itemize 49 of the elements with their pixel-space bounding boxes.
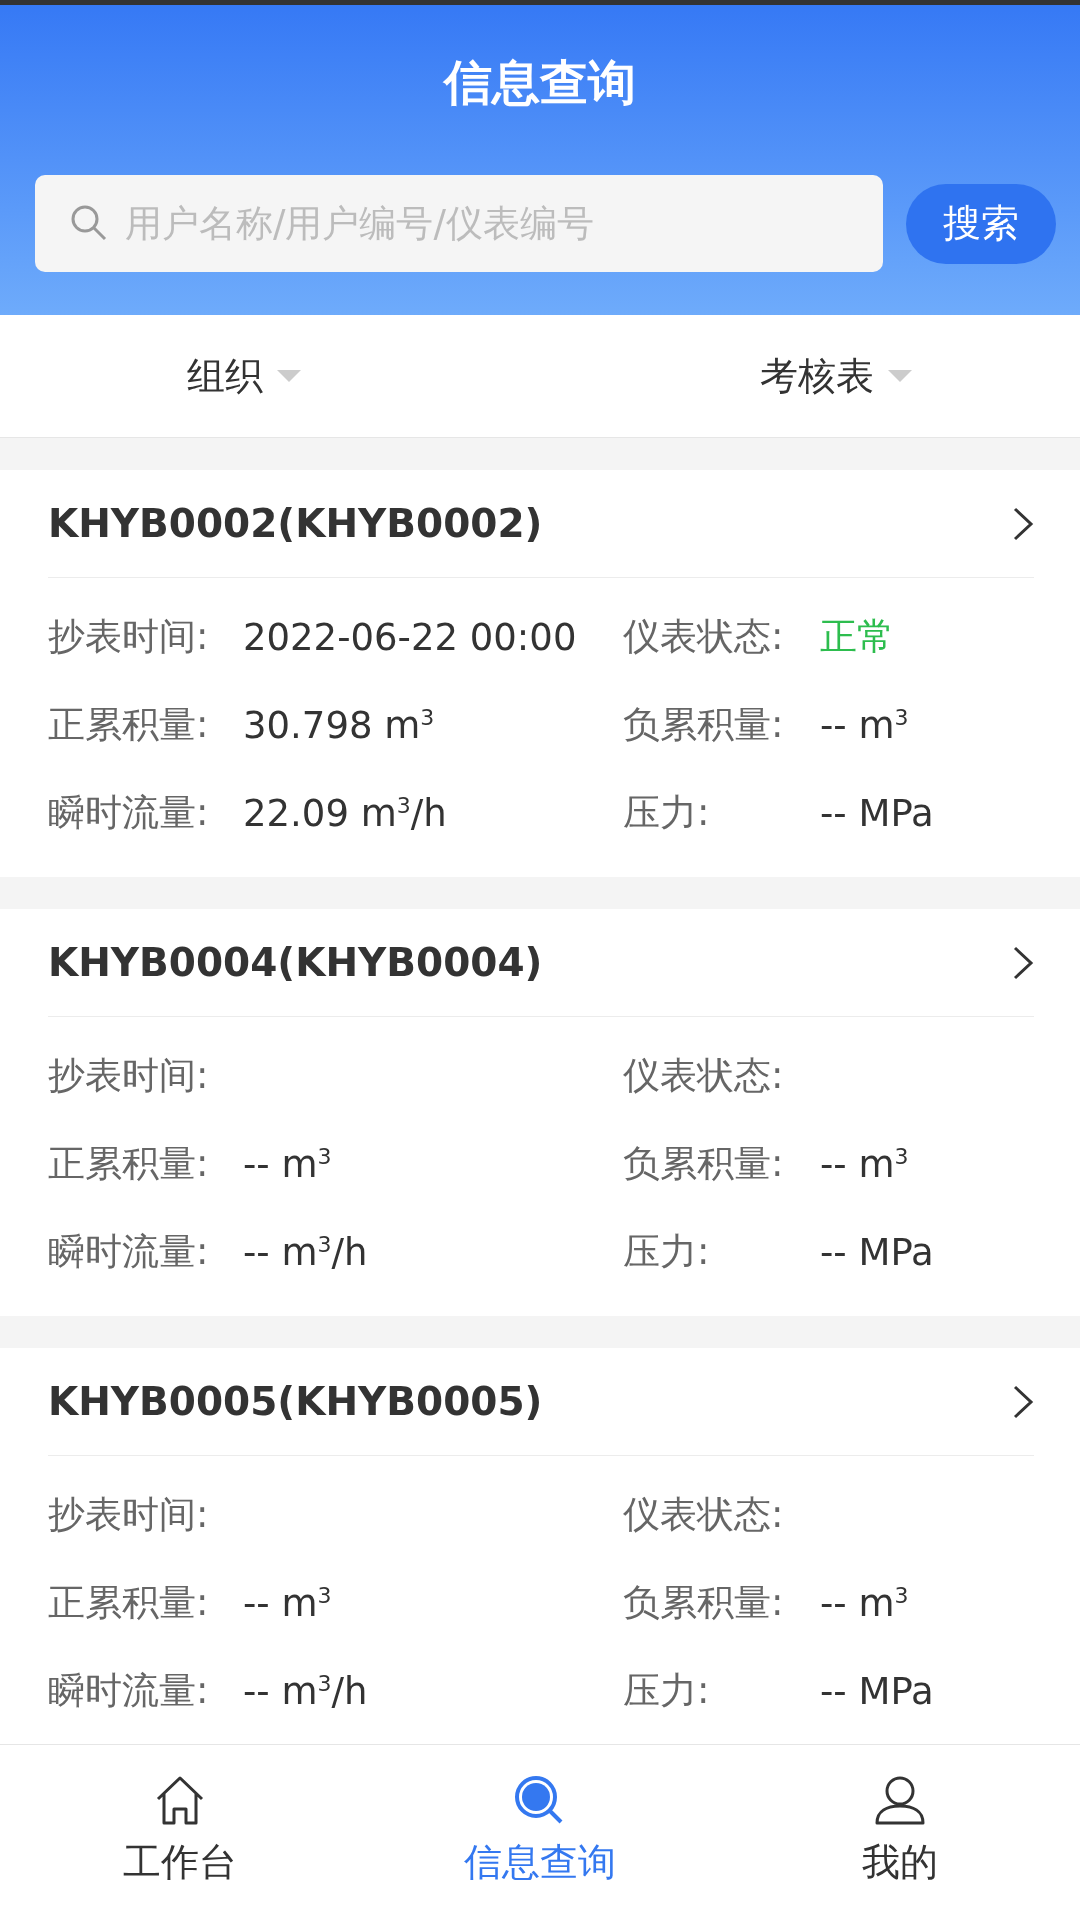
field-label: 仪表状态: [623,1053,785,1099]
field-value: -- m$^{3}$ [820,1581,910,1625]
field-value: 正常 [820,614,895,660]
field-label: 负累积量: [623,702,785,748]
field-value: 2022-06-22 00:00 [243,615,578,659]
field-label: 抄表时间: [48,1492,210,1538]
nav-tab[interactable]: 信息查询 [360,1745,720,1920]
field-value: -- m$^{3}$ [243,1581,333,1625]
field-label: 瞬时流量: [48,1229,210,1275]
field-label: 瞬时流量: [48,1668,210,1714]
meter-title: KHYB0004(KHYB0004) [48,940,543,985]
meter-card[interactable]: KHYB0004(KHYB0004) 抄表时间: 仪表状态: 正累积量: -- m$^{3}$ 负累积量: -- m$^{3}$ 瞬时流量: -- m$^{3}$/h 压力: -- MPa [0,909,1080,1316]
field-label: 正累积量: [48,702,210,748]
meter-card[interactable]: KHYB0005(KHYB0005) 抄表时间: 仪表状态: 正累积量: -- m$^{3}$ 负累积量: -- m$^{3}$ 瞬时流量: -- m$^{3}$/h 压力: -- MPa [0,1348,1080,1744]
field-value: -- m$^{3}$/h [243,1669,369,1713]
meter-card[interactable]: KHYB0002(KHYB0002) 抄表时间: 2022-06-22 00:00 仪表状态: 正常 正累积量: 30.798 m$^{3}$ 负累积量: -- m$^{3}$ 瞬时流量: 22.09 m$^{3}$/h 压力: -- MPa [0,470,1080,877]
field-value: -- m$^{3}$ [820,1142,910,1186]
field-label: 正累积量: [48,1580,210,1626]
field-label: 抄表时间: [48,614,210,660]
chevron-right-icon[interactable] [1012,505,1034,542]
field-label: 压力: [623,1229,711,1275]
page-title: 信息查询 [442,53,637,112]
field-label: 正累积量: [48,1141,210,1187]
field-value: -- MPa [820,1230,935,1274]
field-label: 压力: [623,790,711,836]
field-value: -- m$^{3}$/h [243,1230,369,1274]
nav-tab[interactable]: 工作台 [0,1745,360,1920]
filter-dropdown[interactable]: 考核表 [488,315,1080,437]
field-label: 负累积量: [623,1141,785,1187]
nav-tab[interactable]: 我的 [720,1745,1080,1920]
chevron-right-icon[interactable] [1012,1383,1034,1420]
field-label: 仪表状态: [623,614,785,660]
field-label: 瞬时流量: [48,790,210,836]
field-label: 负累积量: [623,1580,785,1626]
search-button[interactable]: 搜索 [906,183,1056,264]
chevron-right-icon[interactable] [1012,944,1034,981]
field-value: 30.798 m$^{3}$ [243,703,436,747]
filter-dropdown[interactable]: 组织 [0,315,488,437]
field-value: -- MPa [820,791,935,835]
field-value: -- m$^{3}$ [820,703,910,747]
field-value: -- m$^{3}$ [243,1142,333,1186]
field-value: 22.09 m$^{3}$/h [243,791,448,835]
field-value: -- MPa [820,1669,935,1713]
search-field[interactable]: 用户名称/用户编号/仪表编号 [35,175,883,272]
field-label: 仪表状态: [623,1492,785,1538]
meter-title: KHYB0005(KHYB0005) [48,1379,543,1424]
field-label: 压力: [623,1668,711,1714]
meter-title: KHYB0002(KHYB0002) [48,501,543,546]
field-label: 抄表时间: [48,1053,210,1099]
